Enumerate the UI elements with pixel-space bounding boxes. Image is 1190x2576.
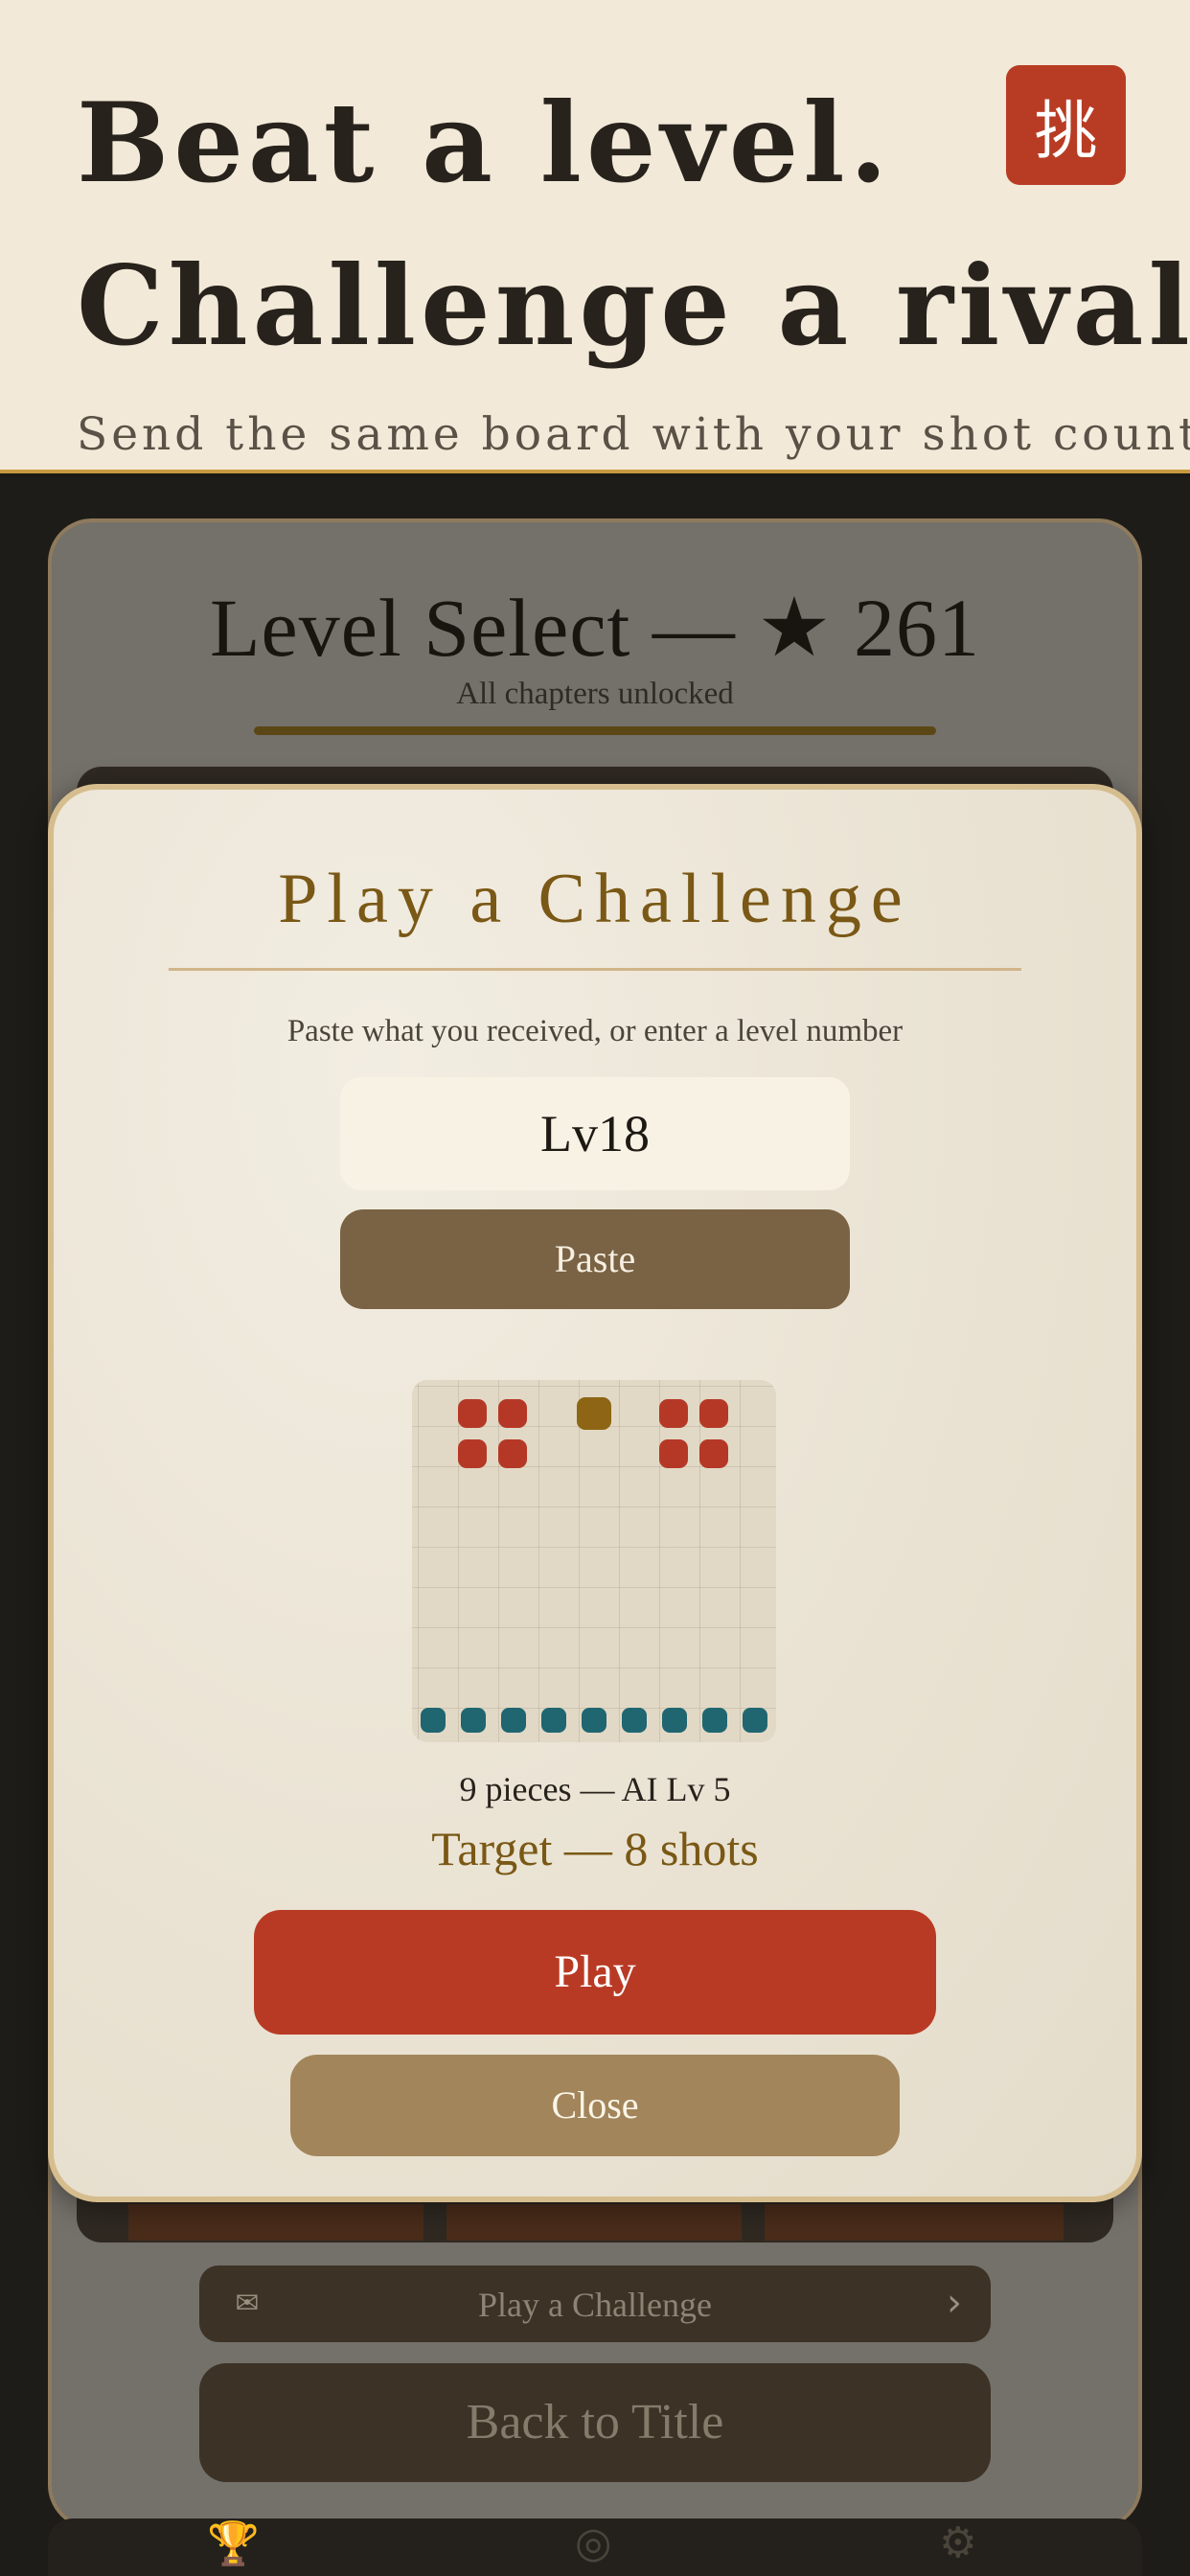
red-piece <box>458 1439 487 1468</box>
level-tile[interactable] <box>446 2204 742 2241</box>
chevron-right-icon: › <box>947 2281 962 2325</box>
teal-piece <box>622 1708 647 1733</box>
red-piece <box>699 1399 728 1428</box>
level-select-subtitle: All chapters unlocked <box>456 677 734 711</box>
pieces-info: 9 pieces — AI Lv 5 <box>459 1770 731 1808</box>
headline-line-2: Challenge a rival. <box>77 242 1190 370</box>
play-challenge-link-label: Play a Challenge <box>478 2286 712 2324</box>
target-shots: Target — 8 shots <box>431 1822 759 1875</box>
close-button[interactable]: Close <box>290 2055 900 2156</box>
promo-subline: Send the same board with your shot count <box>77 408 1190 461</box>
gold-piece <box>577 1397 611 1430</box>
back-to-title-button[interactable]: Back to Title <box>199 2363 991 2482</box>
teal-piece <box>582 1708 606 1733</box>
play-challenge-link[interactable]: ✉ Play a Challenge › <box>199 2266 991 2342</box>
level-tile[interactable] <box>765 2204 1064 2241</box>
challenge-code-input[interactable] <box>340 1077 850 1190</box>
divider <box>169 968 1021 971</box>
progress-bar <box>254 726 936 735</box>
seal-icon: 挑 <box>1006 65 1126 185</box>
board-preview <box>412 1380 776 1742</box>
red-piece <box>458 1399 487 1428</box>
red-piece <box>659 1399 688 1428</box>
teal-piece <box>743 1708 767 1733</box>
trophy-icon[interactable]: 🏆 <box>207 2518 260 2568</box>
red-piece <box>699 1439 728 1468</box>
teal-piece <box>541 1708 566 1733</box>
teal-piece <box>702 1708 727 1733</box>
red-piece <box>659 1439 688 1468</box>
level-tile[interactable] <box>128 2204 423 2241</box>
teal-piece <box>662 1708 687 1733</box>
teal-piece <box>501 1708 526 1733</box>
headline-line-1: Beat a level. <box>77 79 893 207</box>
play-button[interactable]: Play <box>254 1910 936 2035</box>
level-select-title: Level Select — ★ 261 <box>210 582 980 674</box>
gear-icon[interactable]: ⚙ <box>939 2518 976 2567</box>
teal-piece <box>421 1708 446 1733</box>
red-piece <box>498 1439 527 1468</box>
red-piece <box>498 1399 527 1428</box>
target-icon[interactable]: ◎ <box>575 2518 611 2567</box>
teal-piece <box>461 1708 486 1733</box>
modal-hint: Paste what you received, or enter a leve… <box>286 1014 904 1048</box>
promo-header: Beat a level. Challenge a rival. Send th… <box>0 0 1190 473</box>
modal-title: Play a Challenge <box>278 860 912 938</box>
paste-button[interactable]: Paste <box>340 1209 850 1309</box>
